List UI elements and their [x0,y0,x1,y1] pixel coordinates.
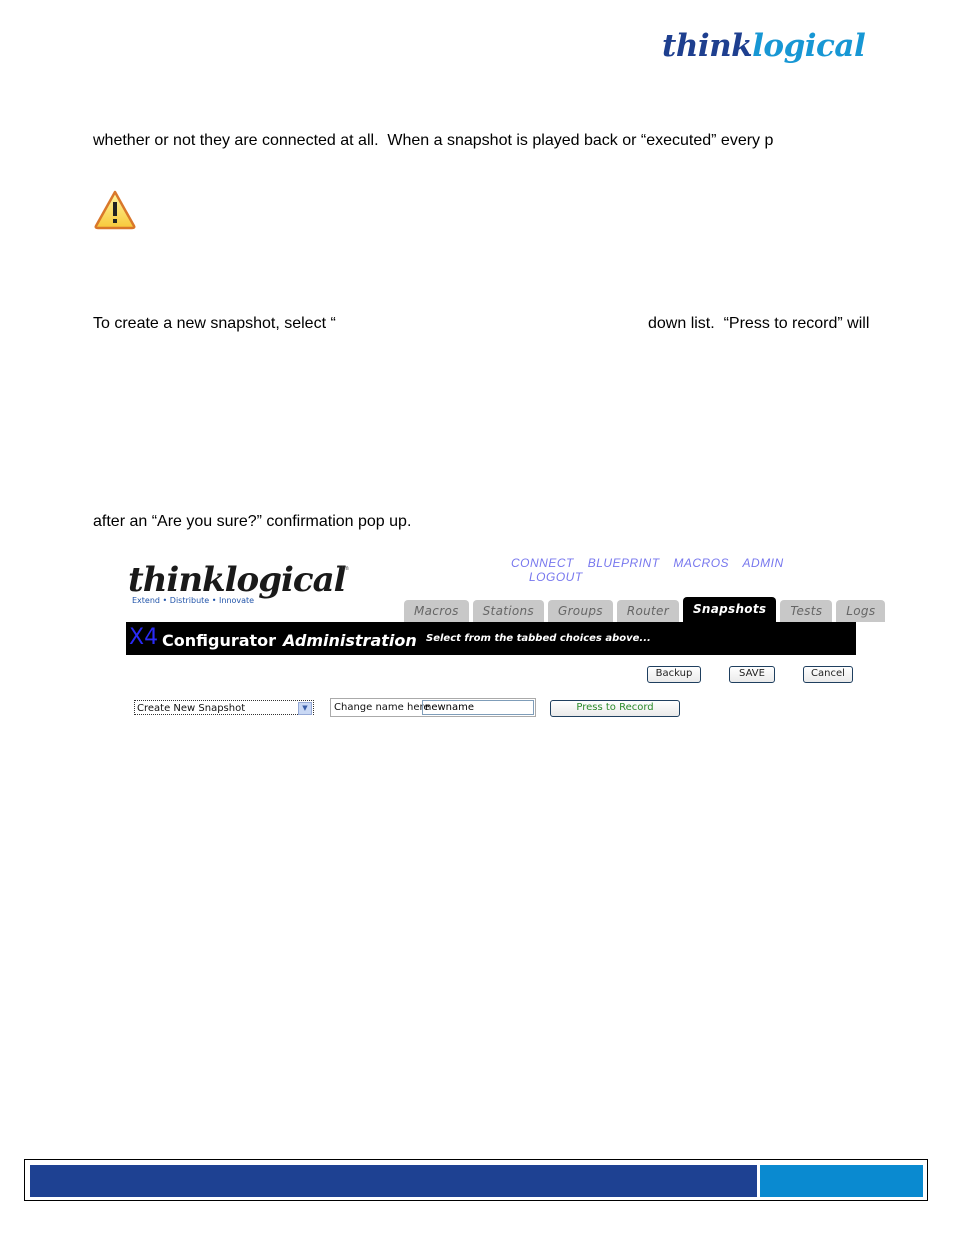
app-logo-word: thinklogical [128,560,347,600]
brand-logo-think: think [662,28,753,64]
nav-link-logout[interactable]: LOGOUT [529,570,583,584]
nav-link-blueprint[interactable]: BLUEPRINT [588,556,660,570]
paragraph-create-snapshot-start: To create a new snapshot, select “ [93,315,336,332]
footer-bar-light [760,1165,923,1197]
tab-macros[interactable]: Macros [404,600,469,622]
paragraph-snapshot-playback: whether or not they are connected at all… [93,132,774,149]
snapshot-select[interactable]: Create New Snapshot ▼ [134,700,314,715]
snapshot-select-value: Create New Snapshot [137,703,246,714]
name-field-group: Change name here newname [330,698,536,717]
banner-configurator: Configurator [162,631,277,650]
top-nav: CONNECT BLUEPRINT MACROS ADMIN LOGOUT [511,556,856,584]
title-banner: X4 Configurator Administration Select fr… [126,622,856,655]
save-button[interactable]: SAVE [729,666,775,683]
tab-tests[interactable]: Tests [780,600,833,622]
tab-router[interactable]: Router [616,600,679,622]
chevron-down-icon[interactable]: ▼ [298,702,312,715]
warning-triangle-icon [94,190,136,230]
tab-stations[interactable]: Stations [472,600,544,622]
banner-section-title: Administration [283,631,417,650]
paragraph-confirmation: after an “Are you sure?” confirmation po… [93,513,412,530]
footer-bar-dark [30,1165,757,1197]
tab-snapshots[interactable]: Snapshots [682,597,777,622]
app-logo: thinklogical tm Extend • Distribute • In… [128,560,349,605]
brand-logo-logical: logical [752,28,866,64]
brand-logo: thinklogical [662,28,866,64]
tab-groups[interactable]: Groups [547,600,613,622]
paragraph-create-snapshot-end: down list. “Press to record” will [648,315,870,332]
cancel-button[interactable]: Cancel [803,666,853,683]
tab-bar: Macros Stations Groups Router Snapshots … [404,597,889,622]
nav-link-connect[interactable]: CONNECT [511,556,574,570]
tab-logs[interactable]: Logs [836,600,886,622]
configurator-screenshot: thinklogical tm Extend • Distribute • In… [126,550,886,725]
banner-hint: Select from the tabbed choices above... [426,633,651,644]
page-footer [24,1159,928,1201]
name-field-label: Change name here [334,702,430,713]
press-to-record-button[interactable]: Press to Record [550,700,680,717]
backup-button[interactable]: Backup [647,666,701,683]
nav-link-admin[interactable]: ADMIN [742,556,783,570]
app-logo-tm: tm [342,566,349,572]
banner-x4: X4 [129,625,159,650]
nav-link-macros[interactable]: MACROS [673,556,729,570]
snapshot-name-input[interactable]: newname [422,700,534,715]
